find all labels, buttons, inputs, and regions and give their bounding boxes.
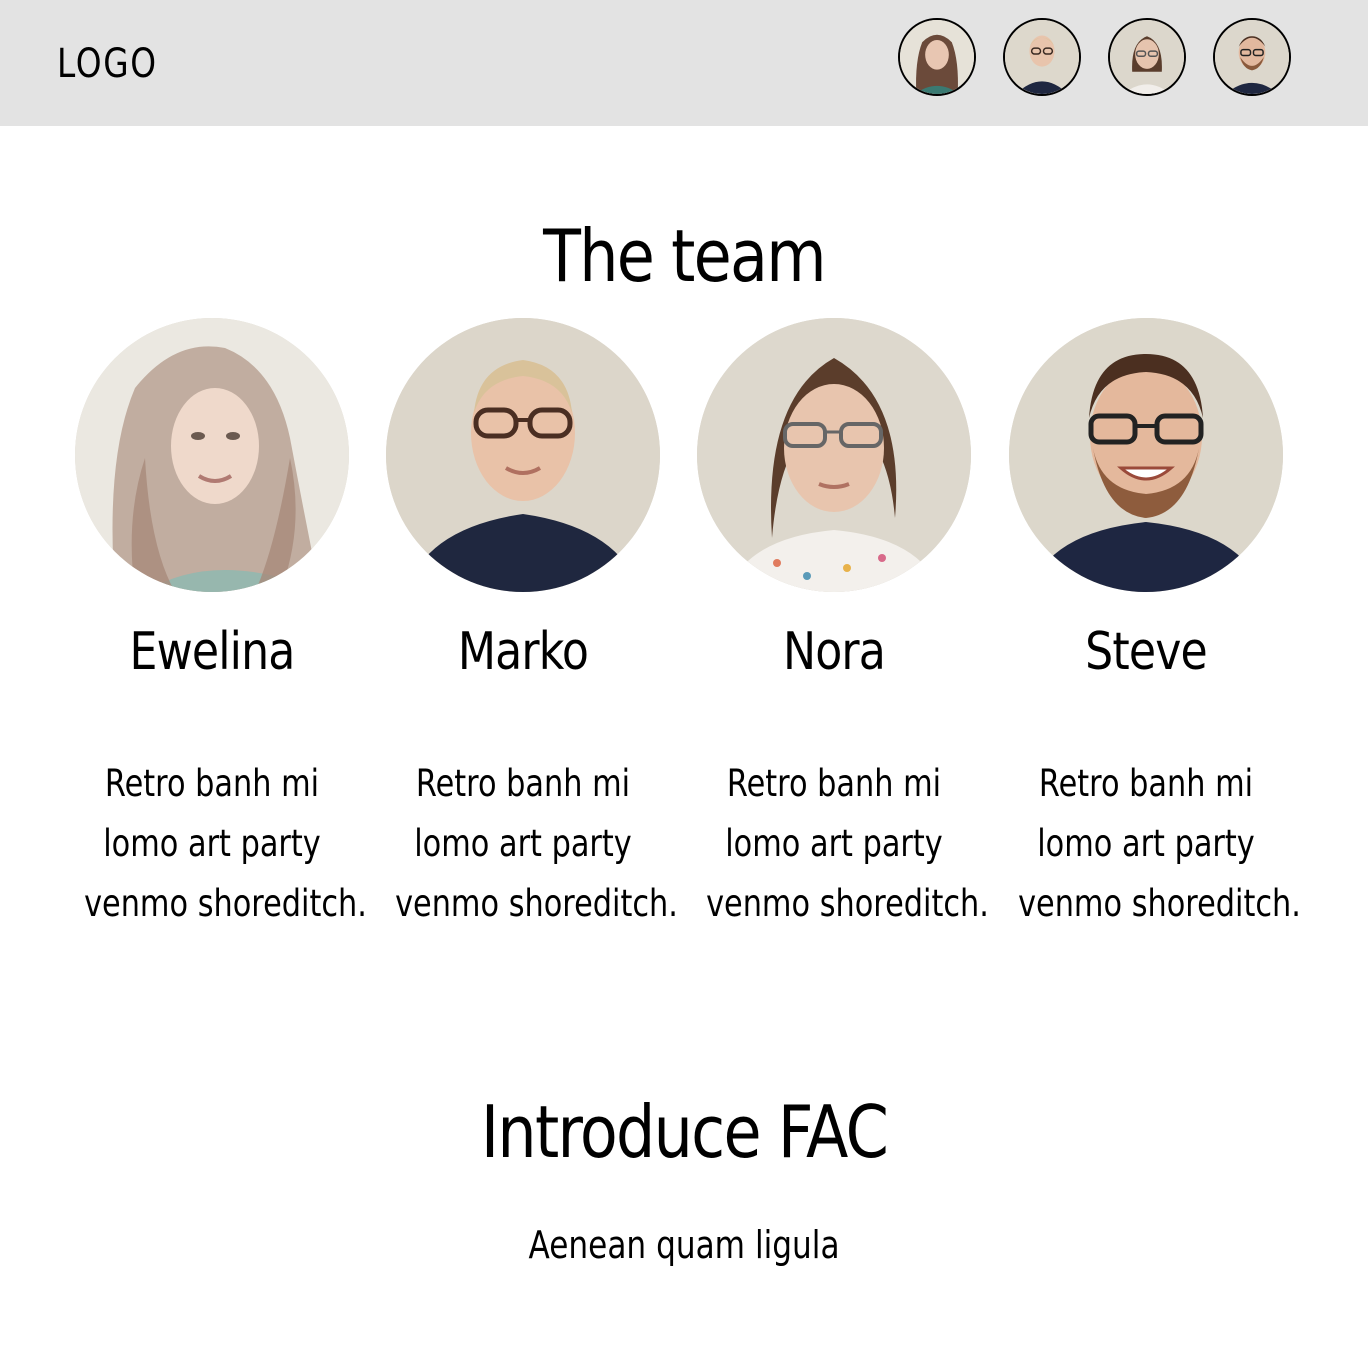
nav-avatar-ewelina[interactable]	[898, 18, 976, 96]
member-bio-line: venmo shoreditch.	[84, 882, 367, 925]
team-member-nora: Nora Retro banh mi lomo art party venmo …	[678, 318, 990, 934]
member-bio-line: venmo shoreditch.	[1018, 882, 1301, 925]
avatar-marko-icon	[1005, 20, 1079, 94]
portrait-steve	[1009, 318, 1283, 592]
member-bio-line: lomo art party	[414, 822, 632, 865]
portrait-ewelina	[75, 318, 349, 592]
team-nav	[898, 18, 1291, 96]
member-bio-line: Retro banh mi	[104, 762, 320, 805]
member-name: Marko	[457, 622, 589, 682]
member-name: Nora	[783, 622, 886, 682]
member-bio: Retro banh mi lomo art party venmo shore…	[1018, 754, 1301, 934]
member-bio-line: lomo art party	[103, 822, 321, 865]
team-member-steve: Steve Retro banh mi lomo art party venmo…	[990, 318, 1302, 934]
portrait-steve-icon	[1009, 318, 1283, 592]
member-bio-line: venmo shoreditch.	[706, 882, 989, 925]
site-header: LOGO	[0, 0, 1368, 126]
avatar-nora-icon	[1110, 20, 1184, 94]
avatar-ewelina-icon	[900, 20, 974, 94]
team-member-marko: Marko Retro banh mi lomo art party venmo…	[367, 318, 679, 934]
member-bio-line: Retro banh mi	[415, 762, 631, 805]
avatar-steve-icon	[1215, 20, 1289, 94]
member-bio-line: Retro banh mi	[1038, 762, 1254, 805]
member-bio: Retro banh mi lomo art party venmo shore…	[84, 754, 367, 934]
portrait-ewelina-icon	[75, 318, 349, 592]
member-bio: Retro banh mi lomo art party venmo shore…	[706, 754, 989, 934]
member-bio-line: venmo shoreditch.	[395, 882, 678, 925]
team-member-ewelina: Ewelina Retro banh mi lomo art party ven…	[56, 318, 368, 934]
member-bio: Retro banh mi lomo art party venmo shore…	[395, 754, 678, 934]
member-bio-line: lomo art party	[725, 822, 943, 865]
logo[interactable]: LOGO	[57, 40, 158, 88]
portrait-marko	[386, 318, 660, 592]
fac-subtitle: Aenean quam ligula	[528, 1223, 840, 1267]
portrait-nora-icon	[697, 318, 971, 592]
member-bio-line: lomo art party	[1037, 822, 1255, 865]
member-bio-line: Retro banh mi	[726, 762, 942, 805]
nav-avatar-steve[interactable]	[1213, 18, 1291, 96]
portrait-nora	[697, 318, 971, 592]
portrait-marko-icon	[386, 318, 660, 592]
member-name: Ewelina	[129, 622, 296, 682]
team-title: The team	[543, 214, 826, 298]
fac-title: Introduce FAC	[480, 1090, 889, 1174]
member-name: Steve	[1085, 622, 1208, 682]
nav-avatar-marko[interactable]	[1003, 18, 1081, 96]
nav-avatar-nora[interactable]	[1108, 18, 1186, 96]
